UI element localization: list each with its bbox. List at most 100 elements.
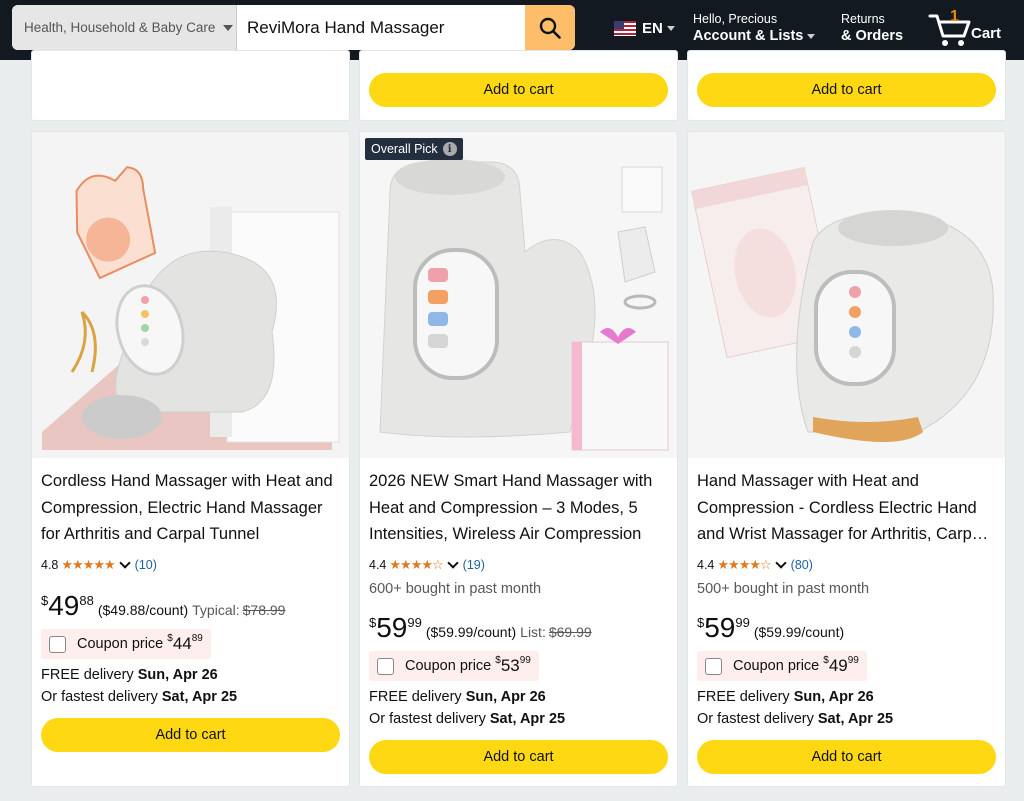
delivery-label: FREE delivery	[369, 689, 462, 705]
coupon-checkbox[interactable]	[705, 657, 722, 675]
badge-label: Overall Pick	[371, 142, 438, 156]
star-rating-icon: ★★★★★	[61, 557, 115, 572]
fastest-date: Sat, Apr 25	[817, 711, 894, 727]
cart-count-badge: 1	[950, 8, 959, 25]
price-block: $ 59 99 ($59.99/count) List: $69.99	[369, 612, 592, 644]
product-title-link[interactable]: Cordless Hand Massager with Heat and Com…	[41, 468, 341, 548]
chevron-down-icon	[775, 557, 787, 569]
delivery-date: Sun, Apr 26	[137, 667, 218, 683]
compare-price: $78.99	[242, 602, 286, 618]
product-card-partial	[31, 50, 350, 121]
product-image[interactable]	[688, 132, 1005, 458]
delivery-date: Sun, Apr 26	[465, 689, 546, 705]
unit-price: ($59.99/count)	[753, 624, 845, 640]
price-symbol: $	[41, 593, 49, 608]
hand-massager-image	[42, 166, 340, 450]
language-label: EN	[642, 20, 663, 37]
fastest-label: Or fastest delivery	[369, 711, 486, 727]
review-count-link[interactable]: (10)	[135, 558, 157, 572]
caret-down-icon	[223, 24, 234, 31]
product-rating[interactable]: 4.4 ★★★★☆ (80)	[697, 557, 813, 573]
price-symbol: $	[697, 615, 705, 630]
product-rating[interactable]: 4.8 ★★★★★ (10)	[41, 557, 157, 573]
delivery-label: FREE delivery	[697, 689, 790, 705]
caret-down-icon	[666, 26, 675, 31]
price-fraction: 99	[735, 615, 750, 630]
fastest-date: Sat, Apr 25	[489, 711, 566, 727]
product-title-link[interactable]: Hand Massager with Heat and Compression …	[697, 468, 997, 548]
coupon-label: Coupon price	[405, 658, 492, 674]
info-icon[interactable]: i	[442, 142, 457, 156]
coupon-price-symbol: $	[167, 632, 173, 644]
product-image[interactable]	[32, 132, 349, 458]
add-to-cart-button[interactable]: Add to cart	[697, 73, 996, 107]
cart-link[interactable]: 1 Cart	[928, 8, 1024, 52]
caret-down-icon	[807, 33, 816, 39]
price-whole: 59	[376, 612, 408, 643]
star-rating-icon: ★★★★☆	[389, 557, 443, 572]
search-category-dropdown[interactable]: Health, Household & Baby Care	[12, 5, 237, 50]
search-category-label: Health, Household & Baby Care	[24, 20, 216, 35]
add-to-cart-button[interactable]: Add to cart	[369, 73, 668, 107]
fastest-date: Sat, Apr 25	[161, 689, 238, 705]
coupon-price-fraction: 99	[847, 654, 859, 666]
chevron-down-icon	[447, 557, 459, 569]
delivery-info: FREE delivery Sun, Apr 26 Or fastest del…	[697, 686, 893, 730]
coupon-badge: Coupon price $ 53 99	[369, 651, 539, 681]
bought-in-past-month: 600+ bought in past month	[369, 581, 542, 597]
star-rating-icon: ★★★★☆	[717, 557, 771, 572]
product-image[interactable]	[360, 132, 677, 458]
product-card: Cordless Hand Massager with Heat and Com…	[31, 131, 350, 787]
coupon-label: Coupon price	[733, 658, 820, 674]
delivery-info: FREE delivery Sun, Apr 26 Or fastest del…	[369, 686, 565, 730]
coupon-price-fraction: 89	[191, 632, 203, 644]
price-block: $ 49 88 ($49.88/count) Typical: $78.99	[41, 590, 285, 622]
fastest-label: Or fastest delivery	[697, 711, 814, 727]
account-label: Account & Lists	[693, 28, 804, 44]
bought-in-past-month: 500+ bought in past month	[697, 581, 870, 597]
add-to-cart-button[interactable]: Add to cart	[369, 740, 668, 774]
add-to-cart-button[interactable]: Add to cart	[41, 718, 340, 752]
coupon-badge: Coupon price $ 44 89	[41, 629, 211, 659]
search-button[interactable]	[525, 5, 575, 50]
coupon-price-symbol: $	[823, 654, 829, 666]
price-whole: 49	[48, 590, 80, 621]
rating-value: 4.8	[41, 558, 59, 572]
price-fraction: 99	[407, 615, 422, 630]
account-lists-menu[interactable]: Hello, Precious Account & Lists	[693, 11, 816, 45]
review-count-link[interactable]: (19)	[463, 558, 485, 572]
coupon-checkbox[interactable]	[49, 635, 66, 653]
compare-label: List:	[520, 624, 546, 640]
price-whole: 59	[704, 612, 736, 643]
language-selector[interactable]: EN	[614, 20, 675, 37]
unit-price: ($59.99/count)	[425, 624, 517, 640]
product-card-partial: Add to cart	[687, 50, 1006, 121]
search-input[interactable]	[237, 5, 525, 50]
product-title-link[interactable]: 2026 NEW Smart Hand Massager with Heat a…	[369, 468, 669, 548]
coupon-price-symbol: $	[495, 654, 501, 666]
coupon-price-whole: 44	[172, 634, 192, 653]
coupon-price-fraction: 99	[519, 654, 531, 666]
compare-price: $69.99	[548, 624, 592, 640]
add-to-cart-button[interactable]: Add to cart	[697, 740, 996, 774]
product-rating[interactable]: 4.4 ★★★★☆ (19)	[369, 557, 485, 573]
compare-label: Typical:	[192, 602, 240, 618]
unit-price: ($49.88/count)	[97, 602, 189, 618]
account-greeting: Hello, Precious	[693, 12, 778, 26]
coupon-badge: Coupon price $ 49 99	[697, 651, 867, 681]
returns-orders-link[interactable]: Returns & Orders	[841, 11, 903, 45]
price-fraction: 88	[79, 593, 94, 608]
review-count-link[interactable]: (80)	[791, 558, 813, 572]
fastest-label: Or fastest delivery	[41, 689, 158, 705]
us-flag-icon	[614, 21, 636, 36]
coupon-checkbox[interactable]	[377, 657, 394, 675]
search-icon	[539, 17, 561, 39]
returns-label: Returns	[841, 12, 885, 26]
overall-pick-badge: Overall Pick i	[365, 138, 463, 160]
delivery-label: FREE delivery	[41, 667, 134, 683]
chevron-down-icon	[119, 557, 131, 569]
product-card-partial: Add to cart	[359, 50, 678, 121]
coupon-price-whole: 53	[500, 656, 520, 675]
search-bar: Health, Household & Baby Care	[12, 5, 575, 50]
delivery-date: Sun, Apr 26	[793, 689, 874, 705]
